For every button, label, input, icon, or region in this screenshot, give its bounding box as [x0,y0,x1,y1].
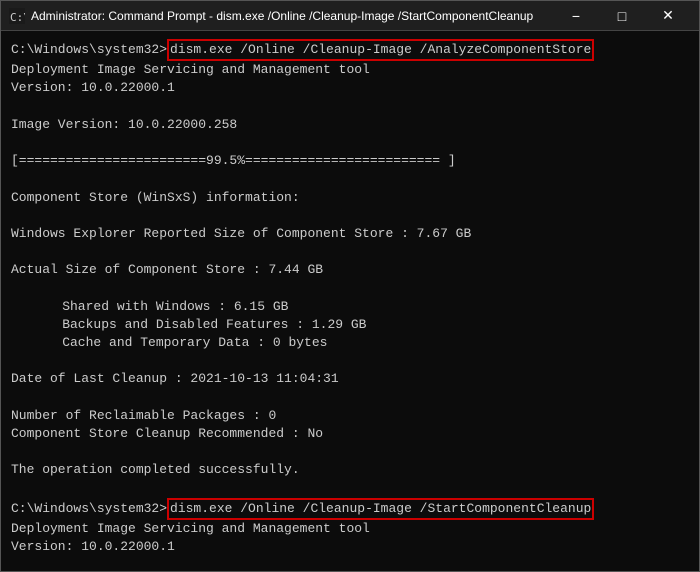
output-line-10: Windows Explorer Reported Size of Compon… [11,225,689,243]
title-bar: C:\ Administrator: Command Prompt - dism… [1,1,699,31]
empty-line-5 [11,243,689,261]
command-line-2: C:\Windows\system32>dism.exe /Online /Cl… [11,498,689,520]
title-bar-controls: − □ ✕ [553,1,691,31]
output-line-6: [========================99.5%==========… [11,152,689,170]
output-line-12: Actual Size of Component Store : 7.44 GB [11,261,689,279]
empty-line-8 [11,389,689,407]
output-line-26: Version: 10.0.22000.1 [11,538,689,556]
command-line-1: C:\Windows\system32>dism.exe /Online /Cl… [11,39,689,61]
console-body: C:\Windows\system32>dism.exe /Online /Cl… [1,31,699,571]
output-line-23: The operation completed successfully. [11,461,689,479]
window: C:\ Administrator: Command Prompt - dism… [0,0,700,572]
cmd-icon: C:\ [9,8,25,24]
output-line-8: Component Store (WinSxS) information: [11,189,689,207]
output-line-21: Component Store Cleanup Recommended : No [11,425,689,443]
command-2: dism.exe /Online /Cleanup-Image /StartCo… [167,498,594,520]
output-line-2: Version: 10.0.22000.1 [11,79,689,97]
close-button[interactable]: ✕ [645,1,691,31]
maximize-button[interactable]: □ [599,1,645,31]
empty-line-3 [11,170,689,188]
title-bar-text: Administrator: Command Prompt - dism.exe… [31,9,553,23]
svg-text:C:\: C:\ [10,11,25,24]
prompt-2: C:\Windows\system32> [11,500,167,518]
empty-line-6 [11,279,689,297]
output-line-18: Date of Last Cleanup : 2021-10-13 11:04:… [11,370,689,388]
output-line-16: Cache and Temporary Data : 0 bytes [11,334,689,352]
output-line-4: Image Version: 10.0.22000.258 [11,116,689,134]
output-line-14: Shared with Windows : 6.15 GB [11,298,689,316]
empty-line-4 [11,207,689,225]
empty-line-1 [11,98,689,116]
empty-line-11 [11,556,689,571]
output-line-25: Deployment Image Servicing and Managemen… [11,520,689,538]
empty-line-2 [11,134,689,152]
minimize-button[interactable]: − [553,1,599,31]
empty-line-9 [11,443,689,461]
empty-line-7 [11,352,689,370]
empty-line-10 [11,480,689,498]
output-line-1: Deployment Image Servicing and Managemen… [11,61,689,79]
command-1: dism.exe /Online /Cleanup-Image /Analyze… [167,39,594,61]
prompt-1: C:\Windows\system32> [11,41,167,59]
output-line-15: Backups and Disabled Features : 1.29 GB [11,316,689,334]
output-line-20: Number of Reclaimable Packages : 0 [11,407,689,425]
